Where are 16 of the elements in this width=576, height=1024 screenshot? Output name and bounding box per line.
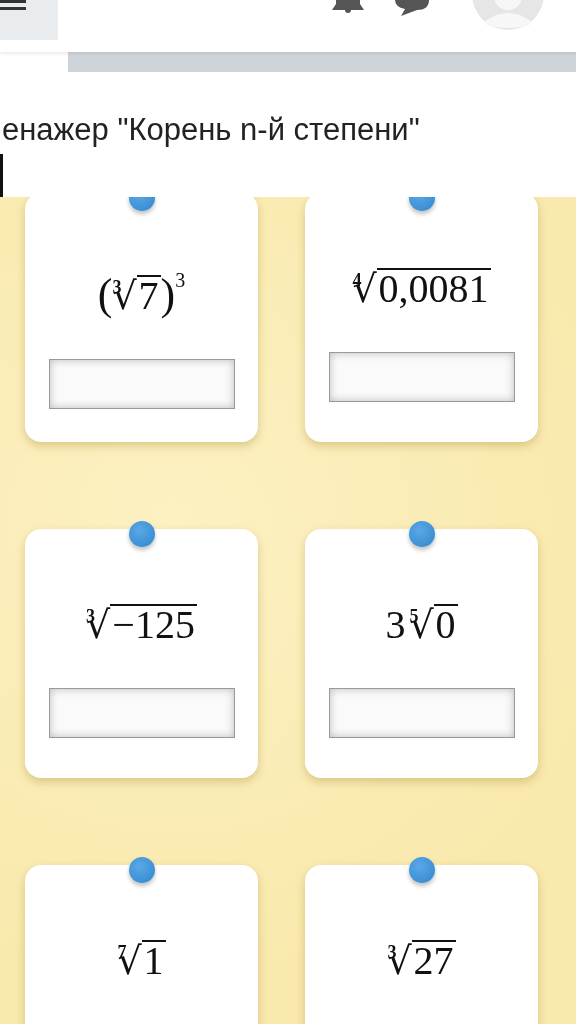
- math-expression: $^{4}$√0,0081: [352, 265, 491, 313]
- pin-icon: [129, 521, 155, 547]
- answer-field[interactable]: [328, 688, 515, 738]
- page-title: енажер "Корень n-й степени": [2, 111, 421, 149]
- bell-icon[interactable]: [330, 0, 366, 16]
- answer-field[interactable]: [48, 688, 235, 738]
- answer-field[interactable]: [48, 359, 235, 409]
- answer-field[interactable]: [328, 352, 515, 402]
- pin-icon: [129, 857, 155, 883]
- math-expression: $^{7}$√1: [117, 937, 166, 985]
- text-cursor: [0, 154, 3, 197]
- pin-icon: [409, 521, 435, 547]
- math-expression: $^{3}$√−125: [86, 601, 197, 649]
- menu-button[interactable]: [0, 0, 58, 40]
- pin-icon: [409, 857, 435, 883]
- chat-icon[interactable]: [395, 0, 431, 18]
